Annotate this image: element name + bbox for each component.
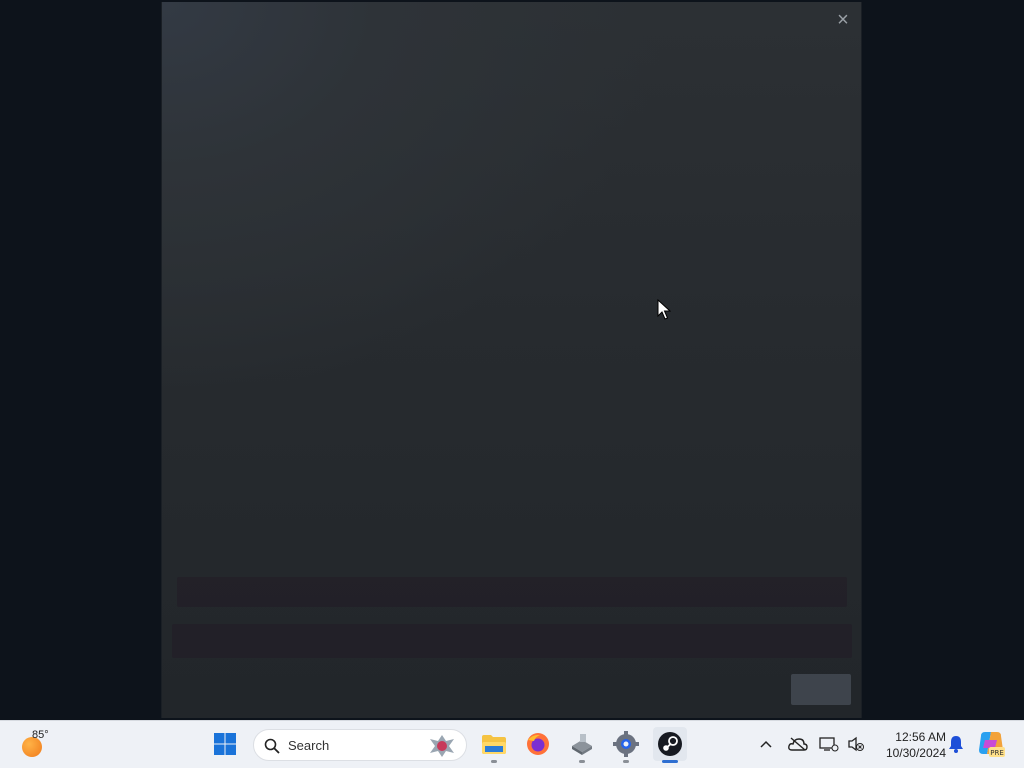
placeholder-bar <box>177 577 847 607</box>
copilot-button[interactable]: PRE <box>975 728 1007 760</box>
settings-button[interactable] <box>609 727 643 763</box>
taskbar-clock[interactable]: 12:56 AM 10/30/2024 <box>874 729 946 761</box>
file-explorer-button[interactable] <box>477 727 511 763</box>
start-button[interactable] <box>208 727 242 761</box>
notification-bell-icon[interactable] <box>945 733 967 755</box>
search-label: Search <box>288 738 330 753</box>
mouse-cursor-icon <box>657 299 671 320</box>
active-indicator <box>662 760 678 763</box>
weather-temperature: 85° <box>32 729 49 741</box>
copilot-badge: PRE <box>990 749 1004 757</box>
steam-button[interactable] <box>653 727 687 763</box>
firefox-icon <box>527 733 549 755</box>
clock-time: 12:56 AM <box>895 730 946 744</box>
volume-muted-icon[interactable] <box>845 733 867 755</box>
running-indicator <box>623 760 629 763</box>
disk-tool-button[interactable] <box>565 727 599 763</box>
firefox-button[interactable] <box>521 727 555 761</box>
running-indicator <box>579 760 585 763</box>
steam-icon <box>658 732 682 756</box>
clock-date: 10/30/2024 <box>885 746 946 760</box>
copilot-icon: PRE <box>979 732 1005 757</box>
search-icon <box>264 738 280 754</box>
dialog-action-button[interactable] <box>791 674 851 705</box>
taskbar-search-box[interactable]: Search <box>253 729 467 761</box>
steam-dialog-window: × <box>161 2 862 718</box>
search-highlight-icon <box>430 735 454 757</box>
gear-icon <box>613 731 639 757</box>
folder-icon <box>482 735 506 754</box>
running-indicator <box>491 760 497 763</box>
placeholder-bar <box>172 624 852 658</box>
drive-icon <box>572 734 592 755</box>
network-icon[interactable] <box>818 733 840 755</box>
onedrive-offline-icon[interactable] <box>787 733 809 755</box>
weather-widget[interactable]: 85° <box>18 729 58 761</box>
windows-logo-icon <box>214 733 236 755</box>
taskbar: 85° Search 12:56 AM 10/30/2024 PRE <box>0 720 1024 768</box>
close-button[interactable]: × <box>831 8 855 32</box>
tray-overflow-chevron-icon[interactable] <box>755 733 777 755</box>
